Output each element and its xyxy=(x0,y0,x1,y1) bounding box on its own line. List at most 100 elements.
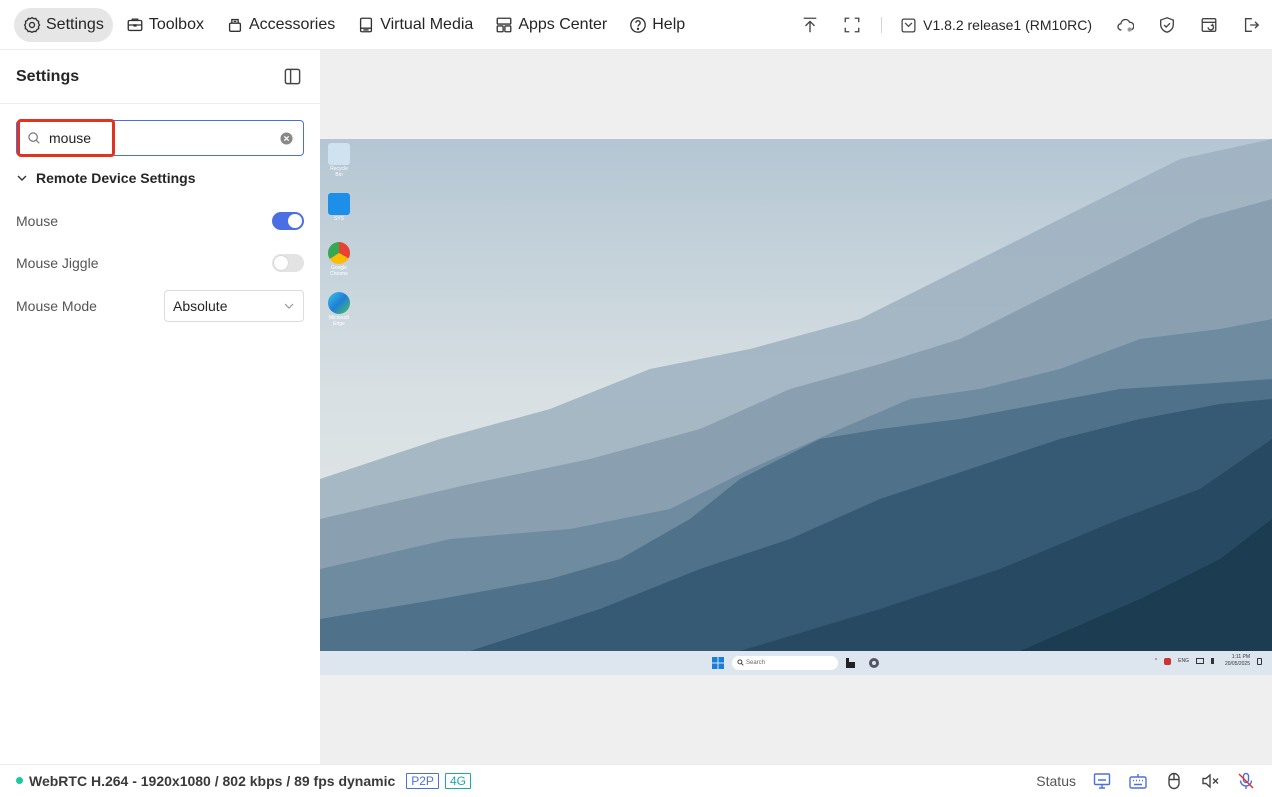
tray-clock[interactable]: 1:11 PM 20/05/2025 xyxy=(1225,654,1250,668)
desktop-icon-label: Recycle Bin xyxy=(330,166,348,178)
mouse-mode-setting-row: Mouse Mode Absolute xyxy=(16,290,304,322)
chevron-down-icon xyxy=(284,303,294,309)
nav-virtual-media[interactable]: Virtual Media xyxy=(348,8,482,42)
divider xyxy=(881,17,883,33)
mouse-mode-label: Mouse Mode xyxy=(16,298,97,314)
tray-notification-icon[interactable] xyxy=(1257,657,1262,665)
gear-icon xyxy=(23,16,41,34)
taskbar-search-label: Search xyxy=(746,660,766,666)
desktop-icon-sys[interactable]: SYS xyxy=(326,193,352,222)
clear-search-icon[interactable] xyxy=(280,131,293,145)
fullscreen-button[interactable] xyxy=(831,0,873,50)
stream-info-text: WebRTC H.264 - 1920x1080 / 802 kbps / 89… xyxy=(29,772,396,789)
tray-volume-icon[interactable] xyxy=(1210,658,1218,664)
nav-accessories-label: Accessories xyxy=(248,15,336,33)
desktop-icon-label: Microsoft Edge xyxy=(328,315,350,327)
sidebar-title: Settings xyxy=(16,67,80,85)
keyboard-icon[interactable] xyxy=(1128,771,1148,791)
apps-icon xyxy=(495,16,513,34)
remote-desktop-screen[interactable]: Recycle Bin SYS Google Chrome Microsoft … xyxy=(320,139,1272,651)
security-button[interactable] xyxy=(1146,0,1188,50)
drive-icon xyxy=(357,16,375,34)
tray-time: 1:11 PM xyxy=(1231,654,1250,660)
nav-settings[interactable]: Settings xyxy=(14,7,113,42)
tray-lang[interactable]: ENG xyxy=(1178,658,1189,664)
version-label: V1.8.2 release1 (RM10RC) xyxy=(923,17,1092,33)
mouse-mode-select[interactable]: Absolute xyxy=(164,290,304,322)
switch-icon xyxy=(1200,16,1218,34)
mouse-toggle[interactable] xyxy=(272,212,304,230)
upload-button[interactable] xyxy=(789,0,831,50)
desktop-icon-label: Google Chrome xyxy=(330,265,348,277)
device-icon xyxy=(900,17,917,34)
fullscreen-icon xyxy=(843,16,861,34)
connection-status-dot xyxy=(16,777,23,784)
tray-app-icon[interactable] xyxy=(1164,657,1172,665)
chevron-down-icon xyxy=(17,175,27,181)
settings-sidebar: Settings Remote Device Settings Mouse Mo… xyxy=(0,50,320,764)
settings-app-icon[interactable] xyxy=(868,657,880,669)
search-icon xyxy=(28,132,40,144)
nav-apps-center[interactable]: Apps Center xyxy=(486,8,616,42)
top-actions: V1.8.2 release1 (RM10RC) xyxy=(789,0,1272,50)
mouse-label: Mouse xyxy=(16,213,59,229)
sidebar-header: Settings xyxy=(0,50,320,104)
toggle-knob xyxy=(288,214,302,228)
app-shortcut-icon xyxy=(328,193,350,215)
mouse-jiggle-toggle[interactable] xyxy=(272,254,304,272)
windows-start-icon[interactable] xyxy=(712,657,724,669)
remote-taskbar[interactable]: Search ^ ENG 1:11 PM 20/05/2025 xyxy=(320,651,1272,675)
mute-icon[interactable] xyxy=(1200,771,1220,791)
search-input[interactable] xyxy=(49,130,280,146)
taskview-icon[interactable] xyxy=(846,658,855,668)
main-nav: Settings Toolbox Accessories Virtual Med… xyxy=(14,7,694,42)
status-label[interactable]: Status xyxy=(1036,773,1076,789)
top-bar: Settings Toolbox Accessories Virtual Med… xyxy=(0,0,1272,50)
monitor-icon[interactable] xyxy=(1092,771,1112,791)
desktop-icon-chrome[interactable]: Google Chrome xyxy=(326,242,352,277)
nav-help[interactable]: Help xyxy=(620,8,694,42)
cloud-button[interactable] xyxy=(1104,0,1146,50)
shield-check-icon xyxy=(1158,16,1176,34)
search-icon xyxy=(737,659,744,666)
status-bar: WebRTC H.264 - 1920x1080 / 802 kbps / 89… xyxy=(0,764,1272,796)
version-button[interactable]: V1.8.2 release1 (RM10RC) xyxy=(890,17,1104,34)
status-actions: Status xyxy=(1036,765,1256,797)
mouse-icon[interactable] xyxy=(1164,771,1184,791)
mouse-jiggle-setting-row: Mouse Jiggle xyxy=(16,252,304,274)
logout-button[interactable] xyxy=(1230,0,1272,50)
p2p-badge: P2P xyxy=(406,772,439,789)
nav-toolbox[interactable]: Toolbox xyxy=(117,8,213,42)
nav-accessories[interactable]: Accessories xyxy=(217,8,344,42)
recycle-bin-icon xyxy=(328,143,350,165)
switch-device-button[interactable] xyxy=(1188,0,1230,50)
remote-device-settings-group[interactable]: Remote Device Settings xyxy=(16,170,196,186)
nav-virtual-media-label: Virtual Media xyxy=(380,15,474,33)
desktop-icon-label: SYS xyxy=(333,216,344,222)
cloud-icon xyxy=(1116,16,1134,34)
nav-settings-label: Settings xyxy=(46,15,104,33)
help-icon xyxy=(629,16,647,34)
network-badge: 4G xyxy=(444,772,471,789)
nav-help-label: Help xyxy=(652,15,686,33)
remote-viewer[interactable]: Recycle Bin SYS Google Chrome Microsoft … xyxy=(320,50,1272,764)
microphone-off-icon[interactable] xyxy=(1236,771,1256,791)
chrome-icon xyxy=(328,242,350,264)
desktop-icon-edge[interactable]: Microsoft Edge xyxy=(326,292,352,327)
taskbar-search[interactable]: Search xyxy=(732,656,838,670)
desktop-wallpaper xyxy=(320,139,1272,651)
tray-date: 20/05/2025 xyxy=(1224,661,1250,667)
tray-chevron-up-icon[interactable]: ^ xyxy=(1155,658,1157,664)
mouse-setting-row: Mouse xyxy=(16,210,304,232)
logout-icon xyxy=(1242,16,1260,34)
mouse-jiggle-label: Mouse Jiggle xyxy=(16,255,99,271)
mouse-mode-value: Absolute xyxy=(173,298,228,314)
settings-search xyxy=(16,120,304,156)
tray-network-icon[interactable] xyxy=(1195,658,1204,664)
accessories-icon xyxy=(226,16,244,34)
desktop-icon-recycle-bin[interactable]: Recycle Bin xyxy=(326,143,352,178)
toolbox-icon xyxy=(126,16,144,34)
toggle-knob xyxy=(274,256,288,270)
collapse-sidebar-icon[interactable] xyxy=(283,67,302,86)
system-tray: ^ ENG 1:11 PM 20/05/2025 xyxy=(1155,654,1262,668)
